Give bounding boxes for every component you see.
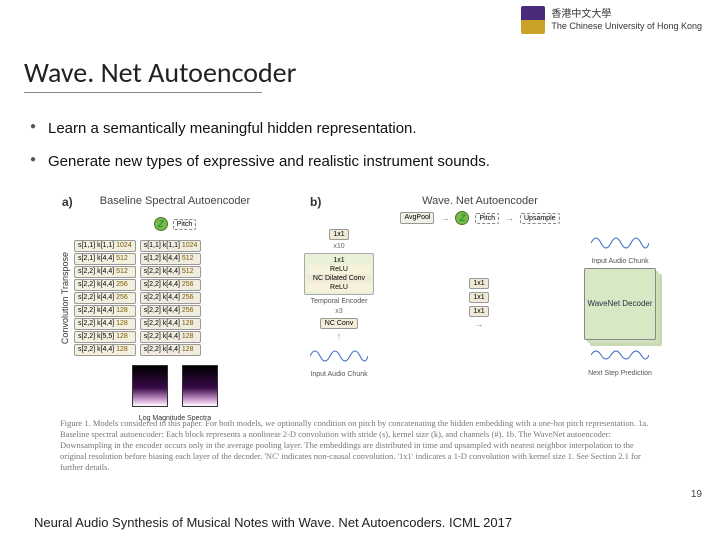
bullet-item: Generate new types of expressive and rea… (30, 153, 490, 170)
arrow-icon: → (440, 214, 449, 223)
x3-label: x3 (335, 308, 342, 315)
one-by-one-conv: 1x1 (469, 306, 488, 317)
upsample-box: Upsample (520, 213, 560, 224)
conv-block: s[2,2] k[4,4] 128 (140, 318, 202, 330)
z-bubble: Z (154, 217, 168, 231)
slide-title: Wave. Net Autoencoder (24, 55, 296, 90)
university-logo-block: 香港中文大學 The Chinese University of Hong Ko… (521, 6, 702, 34)
encoder-stack: s[1,1] k[1,1] 1024s[2,1] k[4,4] 512s[2,2… (74, 240, 136, 356)
spectra-thumb-out (182, 365, 218, 407)
waveform-icon (591, 231, 649, 255)
conv-block: s[2,2] k[4,4] 256 (140, 292, 202, 304)
conv-block: s[2,2] k[4,4] 256 (140, 279, 202, 291)
figure-1: Baseline Spectral Autoencoder Z Pitch Co… (60, 195, 660, 415)
temporal-encoder-column: 1x1 x10 1x1 ReLU NC Dilated Conv ReLU Te… (304, 229, 374, 378)
university-name: 香港中文大學 The Chinese University of Hong Ko… (551, 9, 702, 31)
conv-block: s[1,2] k[4,4] 512 (140, 253, 202, 265)
waveform-icon (591, 343, 649, 367)
relu-block: ReLU (307, 283, 371, 292)
conv-block: s[2,2] k[4,4] 128 (74, 318, 136, 330)
conv-block: s[2,2] k[4,4] 512 (74, 266, 136, 278)
panel-b: Wave. Net Autoencoder AvgPool → Z Pitch … (300, 195, 660, 415)
conv-transpose-label: Convolution Transpose (60, 252, 70, 344)
conv-block: s[2,1] k[4,4] 512 (74, 253, 136, 265)
nc-conv-block: NC Conv (320, 318, 358, 329)
conv-block: s[2,2] k[4,4] 128 (74, 305, 136, 317)
panel-a-title: Baseline Spectral Autoencoder (60, 195, 290, 207)
cuhk-crest-icon (521, 6, 545, 34)
title-underline (24, 92, 262, 93)
decoder-stack: s[1,1] k[1,1] 1024s[1,2] k[4,4] 512s[2,2… (140, 240, 202, 356)
pitch-box: Pitch (475, 213, 499, 224)
x10-label: x10 (333, 243, 344, 250)
wavenet-decoder: WaveNet Decoder (584, 268, 656, 340)
avgpool-block: AvgPool (400, 212, 434, 224)
conv-block: s[1,1] k[1,1] 1024 (74, 240, 136, 252)
bullet-item: Learn a semantically meaningful hidden r… (30, 120, 490, 137)
input-chunk-label: Input Audio Chunk (591, 258, 648, 265)
panel-b-title: Wave. Net Autoencoder (300, 195, 660, 207)
conv-block: s[2,2] k[5,5] 128 (74, 331, 136, 343)
z-bubble: Z (455, 211, 469, 225)
panel-a: Baseline Spectral Autoencoder Z Pitch Co… (60, 195, 290, 415)
university-name-en: The Chinese University of Hong Kong (551, 21, 702, 31)
arrow-icon: → (505, 214, 514, 223)
conv-block: s[2,2] k[4,4] 256 (74, 292, 136, 304)
waveform-icon (310, 344, 368, 368)
one-by-one-conv: 1x1 (329, 229, 348, 240)
next-step-label: Next Step Prediction (588, 370, 652, 377)
conv-block: s[2,2] k[4,4] 256 (140, 305, 202, 317)
one-by-one-conv: 1x1 (307, 256, 371, 265)
nc-dilated-conv: NC Dilated Conv (307, 274, 371, 283)
conv-block: s[2,2] k[4,4] 256 (74, 279, 136, 291)
figure-caption: Figure 1. Models considered in this pape… (60, 418, 660, 473)
one-by-one-column: 1x1 1x1 1x1 → (469, 278, 488, 329)
pitch-box: Pitch (173, 219, 197, 230)
bullet-list: Learn a semantically meaningful hidden r… (30, 120, 490, 186)
relu-block: ReLU (307, 265, 371, 274)
decoder-column: Input Audio Chunk WaveNet Decoder Next S… (584, 231, 656, 377)
one-by-one-conv: 1x1 (469, 278, 488, 289)
spectra-thumb-in (132, 365, 168, 407)
conv-block: s[2,2] k[4,4] 128 (140, 344, 202, 356)
conv-block: s[2,2] k[4,4] 128 (74, 344, 136, 356)
arrow-icon: → (474, 320, 483, 329)
temporal-encoder: 1x1 ReLU NC Dilated Conv ReLU (304, 253, 374, 295)
one-by-one-conv: 1x1 (469, 292, 488, 303)
university-name-zh: 香港中文大學 (551, 9, 702, 21)
conv-block: s[2,2] k[4,4] 128 (140, 331, 202, 343)
conv-block: s[2,2] k[4,4] 512 (140, 266, 202, 278)
input-chunk-label: Input Audio Chunk (310, 371, 367, 378)
conv-block: s[1,1] k[1,1] 1024 (140, 240, 202, 252)
arrow-icon: ↑ (337, 332, 342, 341)
temporal-encoder-label: Temporal Encoder (311, 298, 368, 305)
page-number: 19 (691, 489, 702, 500)
footer-citation: Neural Audio Synthesis of Musical Notes … (34, 515, 512, 530)
